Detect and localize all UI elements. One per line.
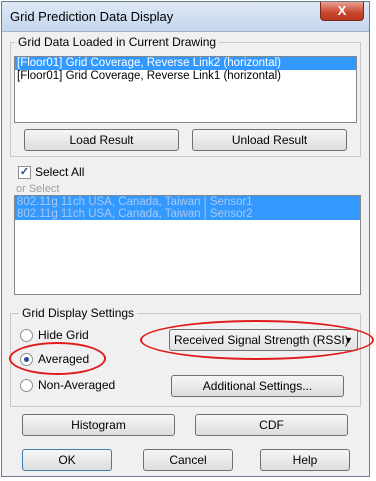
list-item[interactable]: 802.11g 11ch USA, Canada, Taiwan | Senso…: [15, 208, 360, 220]
select-all-label: Select All: [35, 165, 85, 179]
highlight-ellipse-averaged: [9, 342, 106, 375]
highlight-ellipse-metric: [140, 320, 374, 360]
display-settings-group-label: Grid Display Settings: [19, 306, 138, 320]
ok-button[interactable]: OK: [22, 449, 112, 471]
grid-data-list[interactable]: [Floor01] Grid Coverage, Reverse Link2 (…: [14, 56, 357, 123]
cancel-button[interactable]: Cancel: [143, 449, 233, 471]
list-item[interactable]: [Floor01] Grid Coverage, Reverse Link2 (…: [15, 57, 356, 70]
hide-grid-label: Hide Grid: [38, 328, 89, 342]
window-title: Grid Prediction Data Display: [10, 9, 174, 24]
list-item[interactable]: 802.11g 11ch USA, Canada, Taiwan | Senso…: [15, 196, 360, 208]
hide-grid-radio[interactable]: [20, 329, 33, 342]
grid-data-group-label: Grid Data Loaded in Current Drawing: [15, 35, 220, 49]
dialog-window: Grid Prediction Data Display X Grid Data…: [1, 1, 374, 477]
load-result-button[interactable]: Load Result: [24, 129, 179, 151]
title-bar[interactable]: Grid Prediction Data Display X: [2, 2, 369, 32]
non-averaged-label: Non-Averaged: [38, 378, 116, 392]
histogram-button[interactable]: Histogram: [22, 414, 175, 436]
additional-settings-button[interactable]: Additional Settings...: [171, 375, 344, 397]
cdf-button[interactable]: CDF: [195, 414, 348, 436]
or-select-label: or Select: [16, 183, 60, 195]
help-button[interactable]: Help: [260, 449, 350, 471]
non-averaged-radio[interactable]: [20, 379, 33, 392]
unload-result-button[interactable]: Unload Result: [192, 129, 347, 151]
sensor-list[interactable]: 802.11g 11ch USA, Canada, Taiwan | Senso…: [14, 195, 361, 295]
select-all-checkbox[interactable]: ✓: [18, 166, 31, 179]
list-item[interactable]: [Floor01] Grid Coverage, Reverse Link1 (…: [15, 70, 356, 83]
close-button[interactable]: X: [320, 2, 364, 21]
